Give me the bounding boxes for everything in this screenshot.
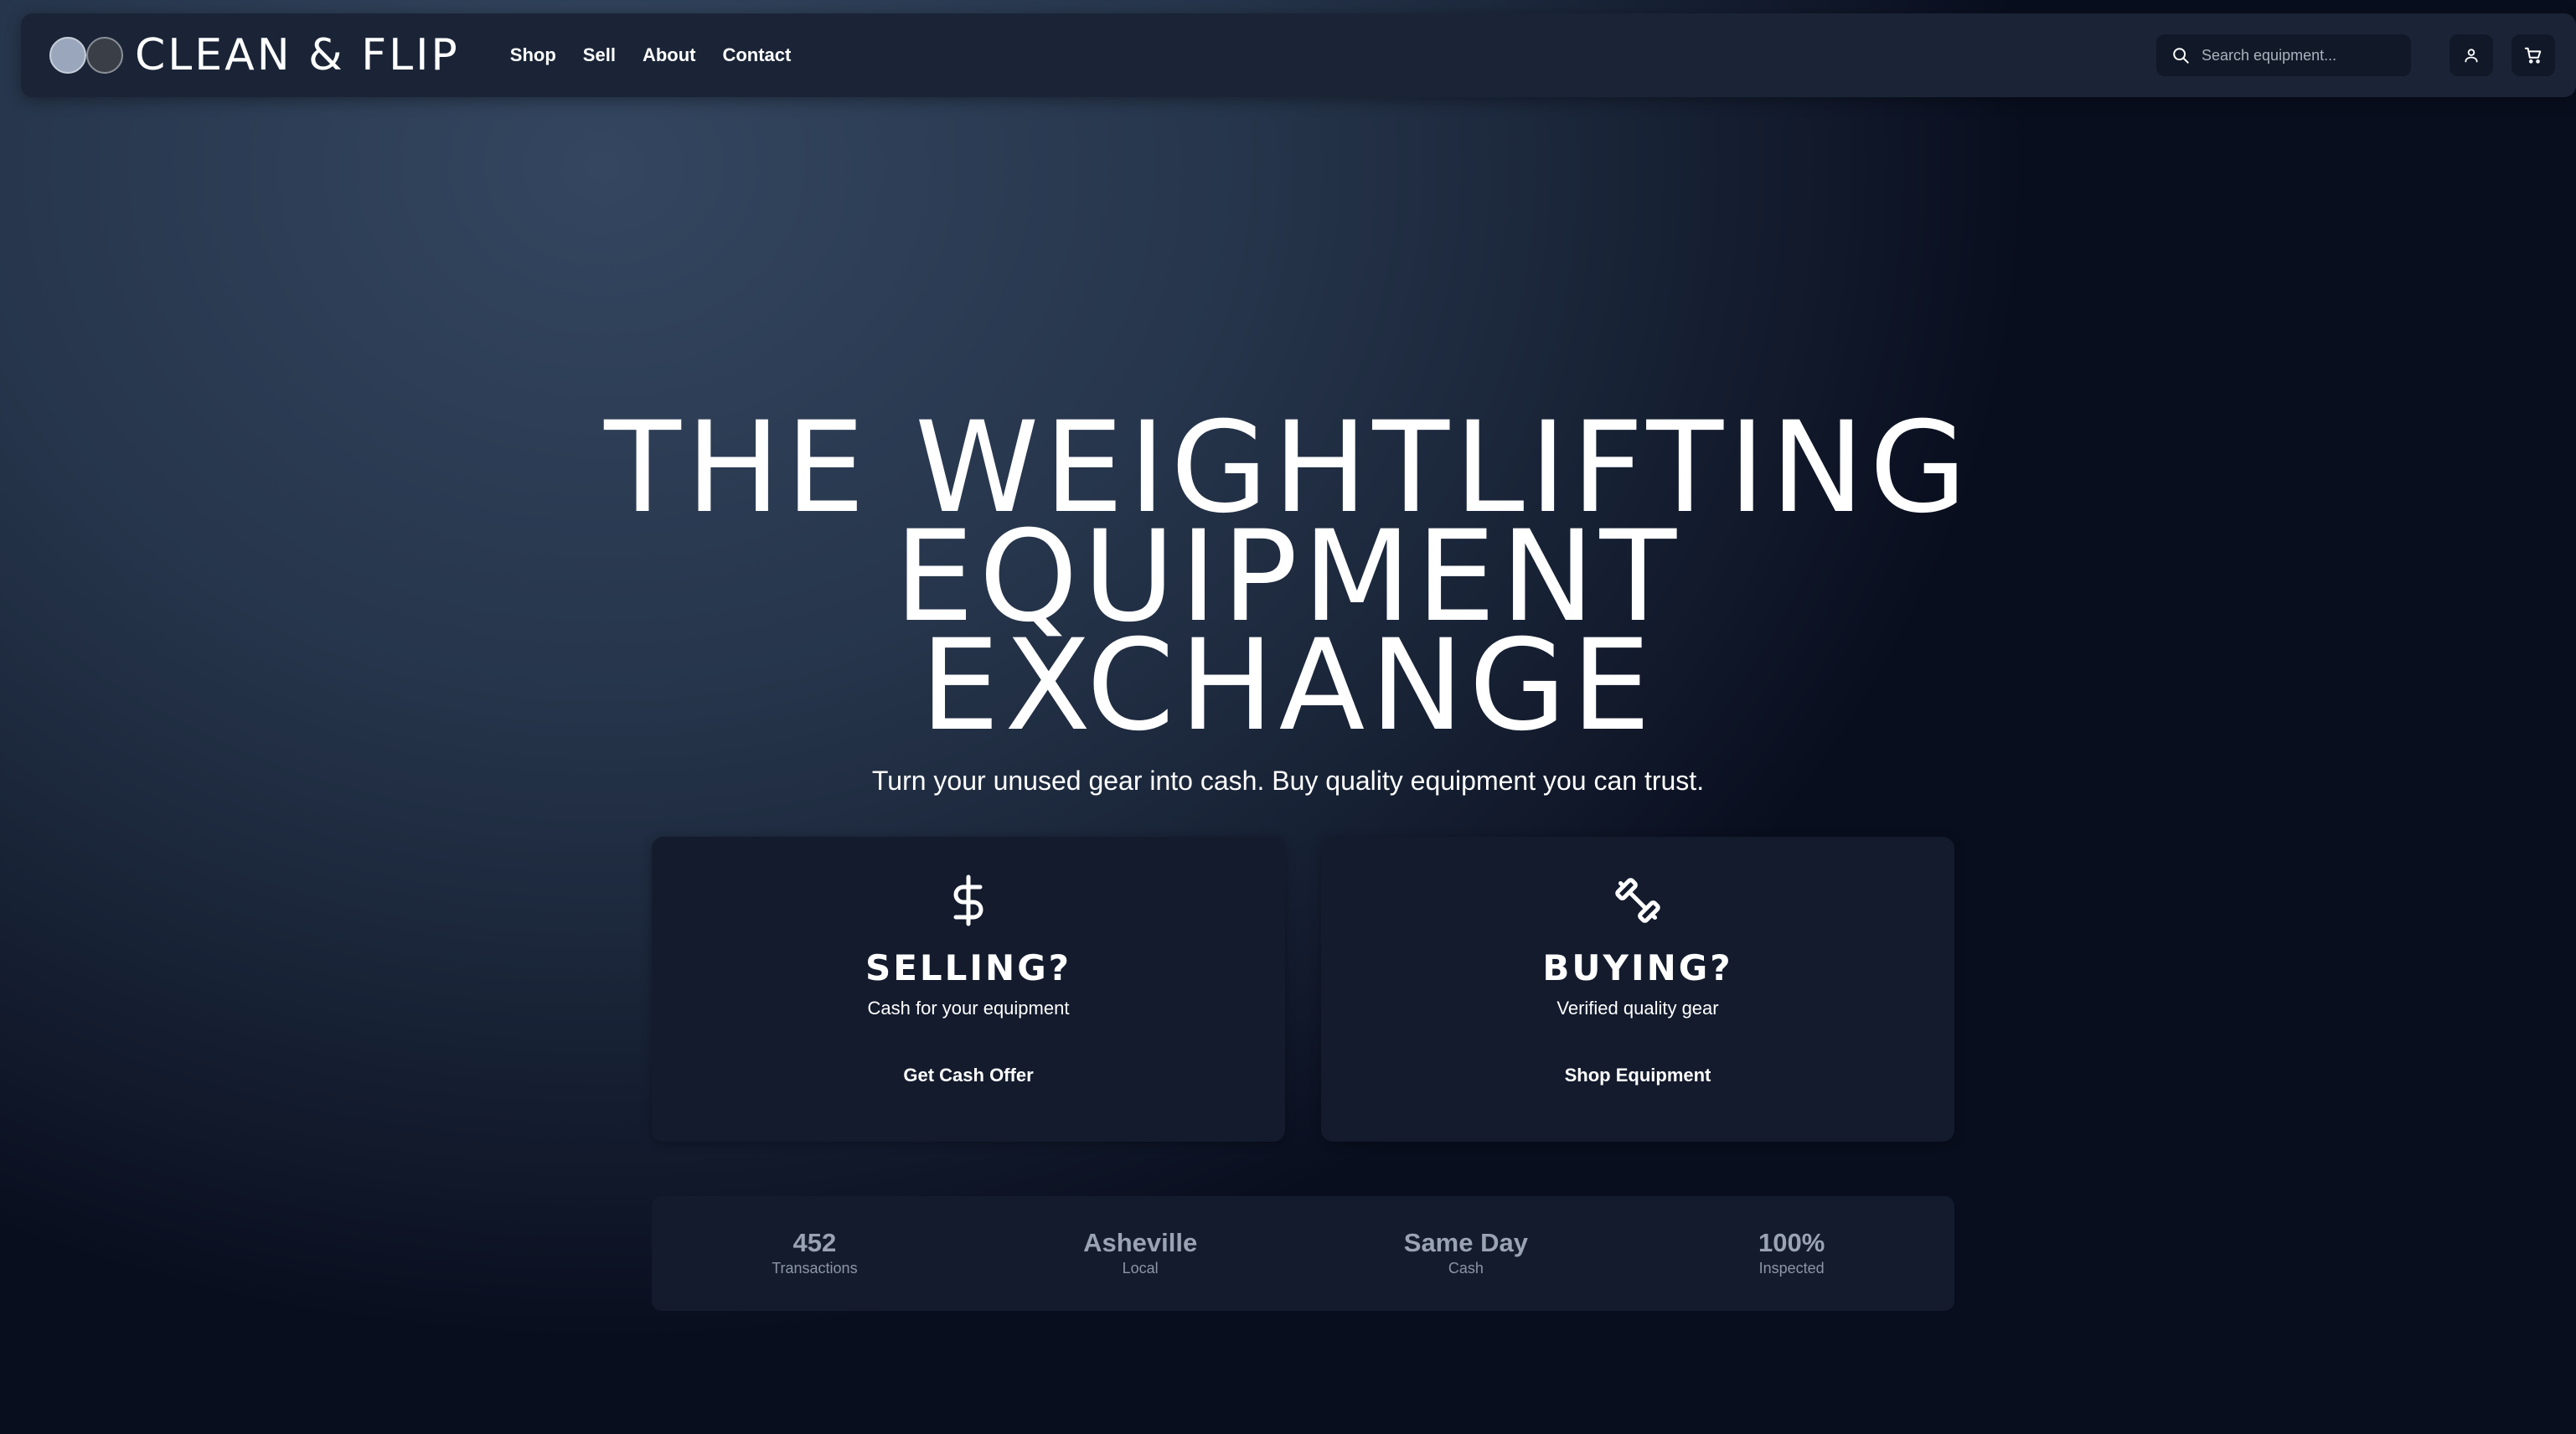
nav-link-shop[interactable]: Shop — [497, 44, 570, 66]
dumbbell-icon — [1321, 874, 1954, 927]
logo[interactable]: CLEAN & FLIP — [49, 30, 460, 80]
logo-circle-dark — [86, 37, 123, 74]
nav-link-sell[interactable]: Sell — [570, 44, 629, 66]
search-icon — [2173, 48, 2189, 64]
card-description: Verified quality gear — [1556, 998, 1719, 1019]
stat-inspected: 100% Inspected — [1629, 1196, 1954, 1311]
account-button[interactable] — [2450, 34, 2493, 76]
search-box[interactable] — [2156, 34, 2411, 76]
stat-label: Inspected — [1758, 1260, 1825, 1277]
logo-mark — [49, 37, 123, 74]
logo-circle-light — [49, 37, 86, 74]
get-cash-offer-button[interactable]: Get Cash Offer — [886, 1055, 1050, 1096]
stat-label: Cash — [1448, 1260, 1484, 1277]
stat-location: Asheville Local — [978, 1196, 1303, 1311]
hero-title: THE WEIGHTLIFTING EQUIPMENT EXCHANGE — [0, 405, 2576, 759]
stat-value: Same Day — [1403, 1228, 1528, 1257]
card-title: BUYING? — [1542, 947, 1733, 988]
nav-links: Shop Sell About Contact — [497, 44, 805, 66]
cart-button[interactable] — [2511, 34, 2555, 76]
user-icon — [2465, 49, 2478, 63]
stat-cash: Same Day Cash — [1303, 1196, 1629, 1311]
stat-label: Transactions — [772, 1260, 858, 1277]
nav-link-contact[interactable]: Contact — [709, 44, 804, 66]
dollar-icon — [652, 874, 1285, 927]
card-title: SELLING? — [865, 947, 1072, 988]
buying-card: BUYING? Verified quality gear Shop Equip… — [1321, 837, 1954, 1142]
search-input[interactable] — [2202, 46, 2394, 64]
shop-equipment-button[interactable]: Shop Equipment — [1548, 1055, 1728, 1096]
nav-actions — [2156, 34, 2555, 76]
hero-title-line: EXCHANGE — [920, 613, 1656, 759]
stat-label: Local — [1122, 1260, 1159, 1277]
stats-bar: 452 Transactions Asheville Local Same Da… — [652, 1196, 1954, 1311]
stat-value: Asheville — [1083, 1228, 1198, 1257]
navbar: CLEAN & FLIP Shop Sell About Contact — [21, 13, 2576, 97]
hero-subtitle: Turn your unused gear into cash. Buy qua… — [871, 766, 1705, 796]
cart-icon — [2524, 47, 2542, 64]
stat-value: 100% — [1758, 1228, 1825, 1257]
nav-link-about[interactable]: About — [629, 44, 710, 66]
stat-transactions: 452 Transactions — [652, 1196, 978, 1311]
stat-value: 452 — [792, 1228, 837, 1257]
selling-card: SELLING? Cash for your equipment Get Cas… — [652, 837, 1285, 1142]
brand-name: CLEAN & FLIP — [135, 30, 460, 80]
card-description: Cash for your equipment — [867, 998, 1070, 1019]
